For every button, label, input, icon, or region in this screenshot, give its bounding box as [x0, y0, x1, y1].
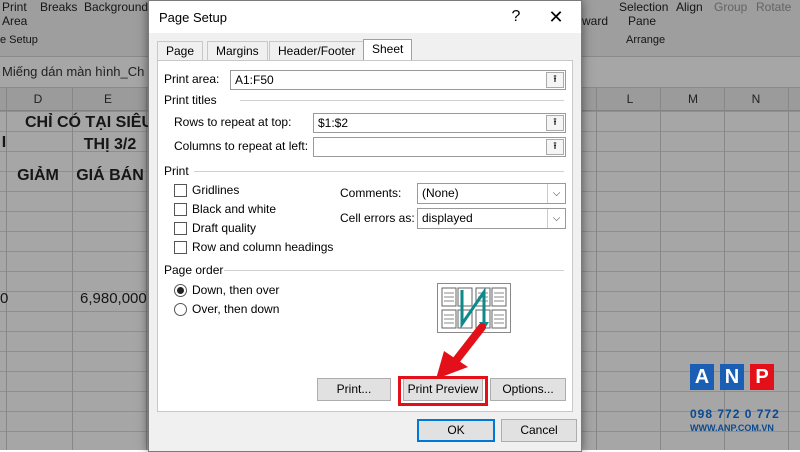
comments-value: (None) — [422, 186, 459, 200]
tab-page[interactable]: Page — [157, 41, 204, 60]
ok-button[interactable]: OK — [417, 419, 495, 442]
comments-label: Comments: — [340, 186, 402, 200]
help-button[interactable]: ? — [504, 5, 528, 29]
dialog-titlebar[interactable]: Page Setup ? ✕ — [149, 1, 581, 33]
over-then-down-radio[interactable] — [174, 303, 187, 316]
draft-quality-checkbox[interactable] — [174, 222, 187, 235]
rows-repeat-value: $1:$2 — [318, 116, 349, 130]
chevron-down-icon[interactable]: ⌵ — [547, 184, 565, 203]
radio-selected-dot — [177, 287, 184, 294]
print-area-label: Print area: — [164, 72, 220, 86]
page-setup-dialog: Page Setup ? ✕ Page Margins Header/Foote… — [148, 0, 582, 452]
print-area-field[interactable]: A1:F50 ⭱ — [230, 70, 566, 90]
row-col-headings-label[interactable]: Row and column headings — [192, 240, 333, 254]
range-picker-icon[interactable]: ⭱ — [546, 139, 564, 155]
logo-phone: 098 772 0 772 — [690, 407, 780, 421]
over-then-down-label[interactable]: Over, then down — [192, 302, 279, 316]
tab-header-footer[interactable]: Header/Footer — [269, 41, 365, 60]
logo-letter-n: N — [720, 364, 744, 390]
print-area-value: A1:F50 — [235, 73, 274, 87]
close-button[interactable]: ✕ — [544, 5, 568, 29]
tab-sheet[interactable]: Sheet — [363, 39, 413, 61]
print-button[interactable]: Print... — [317, 378, 391, 401]
rows-repeat-field[interactable]: $1:$2 ⭱ — [313, 113, 566, 133]
cell-errors-label: Cell errors as: — [340, 211, 415, 225]
comments-select[interactable]: (None) ⌵ — [417, 183, 566, 204]
down-then-over-radio[interactable] — [174, 284, 187, 297]
page-order-group-label: Page order — [164, 263, 224, 277]
group-divider — [224, 270, 564, 271]
dialog-title: Page Setup — [159, 10, 227, 25]
cancel-button[interactable]: Cancel — [501, 419, 577, 442]
gridlines-checkbox[interactable] — [174, 184, 187, 197]
cols-repeat-label: Columns to repeat at left: — [174, 139, 309, 153]
print-group-label: Print — [164, 164, 189, 178]
chevron-down-icon[interactable]: ⌵ — [547, 209, 565, 228]
row-col-headings-checkbox[interactable] — [174, 241, 187, 254]
options-button[interactable]: Options... — [490, 378, 566, 401]
logo-letter-p: P — [750, 364, 774, 390]
cell-errors-value: displayed — [422, 211, 473, 225]
logo-website: WWW.ANP.COM.VN — [690, 423, 774, 433]
print-titles-group-label: Print titles — [164, 93, 217, 107]
black-white-checkbox[interactable] — [174, 203, 187, 216]
anp-logo: A N P 098 772 0 772 WWW.ANP.COM.VN — [690, 364, 800, 434]
logo-letter-a: A — [690, 364, 714, 390]
gridlines-label[interactable]: Gridlines — [192, 183, 239, 197]
annotation-arrow-icon — [436, 323, 486, 379]
range-picker-icon[interactable]: ⭱ — [546, 115, 564, 131]
tab-margins[interactable]: Margins — [207, 41, 268, 60]
group-divider — [194, 171, 564, 172]
group-divider — [240, 100, 564, 101]
black-white-label[interactable]: Black and white — [192, 202, 276, 216]
sheet-tab-panel: Print area: A1:F50 ⭱ Print titles Rows t… — [157, 60, 573, 412]
range-picker-icon[interactable]: ⭱ — [546, 72, 564, 88]
rows-repeat-label: Rows to repeat at top: — [174, 115, 292, 129]
down-then-over-label[interactable]: Down, then over — [192, 283, 279, 297]
cell-errors-select[interactable]: displayed ⌵ — [417, 208, 566, 229]
cols-repeat-field[interactable]: ⭱ — [313, 137, 566, 157]
draft-quality-label[interactable]: Draft quality — [192, 221, 256, 235]
